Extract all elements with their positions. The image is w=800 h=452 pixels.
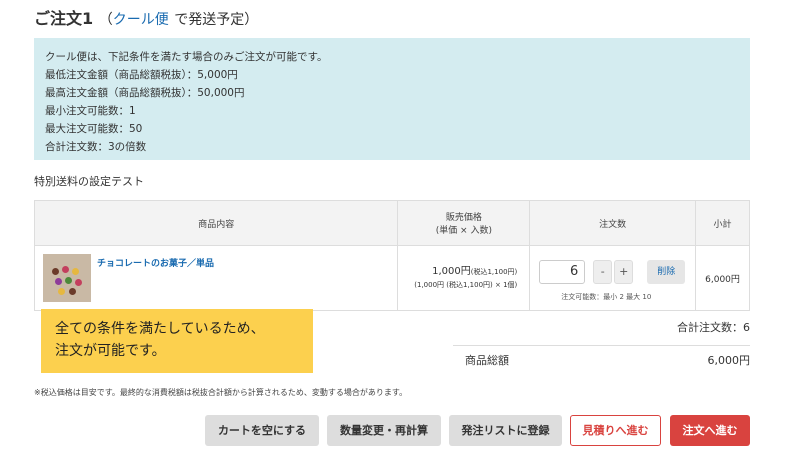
header-quantity: 注文数 [529, 200, 697, 246]
tax-note: ※税込価格は目安です。最終的な消費税額は税抜合計額から計算されるため、変動する場… [34, 388, 408, 397]
subtotal-cell: 6,000円 [695, 245, 750, 311]
annotation-callout: 全ての条件を満たしているため、 注文が可能です。 [41, 309, 313, 373]
delete-button[interactable]: 削除 [647, 260, 686, 284]
notice-line: 最小注文可能数：1 [45, 105, 136, 117]
order-title-main: ご注文1 [34, 9, 94, 28]
goods-total-value: 6,000円 [707, 354, 751, 367]
header-subtotal: 小計 [695, 200, 750, 246]
goods-total-label: 商品総額 [465, 354, 509, 367]
quote-button[interactable]: 見積りへ進む [570, 415, 661, 446]
notice-line: クール便は、下記条件を満たす場合のみご注文が可能です。 [45, 51, 328, 63]
total-quantity: 合計注文数：6 [677, 321, 750, 334]
callout-line: 全ての条件を満たしているため、 [55, 321, 265, 337]
notice-line: 合計注文数：3の倍数 [45, 141, 147, 153]
cool-shipping-link[interactable]: クール便 [113, 12, 169, 28]
proceed-order-button[interactable]: 注文へ進む [670, 415, 750, 446]
summary-divider [453, 345, 750, 346]
shipping-conditions-notice: クール便は、下記条件を満たす場合のみご注文が可能です。 最低注文金額（商品総額税… [34, 38, 750, 160]
header-price: 販売価格 (単価 × 入数) [397, 200, 531, 246]
product-cell: チョコレートのお菓子／単品 [33, 245, 399, 311]
price-breakdown: (1,000円 (税込1,100円) × 1個) [414, 280, 518, 289]
order-title-paren: （ [98, 12, 113, 28]
table-row: チョコレートのお菓子／単品 1,000円(税込1,100円) (1,000円 (… [33, 245, 750, 311]
header-product: 商品内容 [33, 200, 399, 246]
section-label: 特別送料の設定テスト [34, 175, 144, 188]
recalculate-button[interactable]: 数量変更・再計算 [327, 415, 441, 446]
add-order-list-button[interactable]: 発注リストに登録 [449, 415, 562, 446]
unit-price-tax: (税込1,100円) [470, 267, 518, 276]
callout-line: 注文が可能です。 [55, 343, 166, 359]
price-main: 1,000円(税込1,100円) [399, 265, 517, 279]
product-thumbnail[interactable] [43, 254, 91, 302]
notice-line: 最大注文可能数：50 [45, 123, 143, 135]
order-title: ご注文1 （クール便 で発送予定） [34, 5, 258, 29]
notice-line: 最低注文金額（商品総額税抜）：5,000円 [45, 69, 238, 81]
notice-line: 最高注文金額（商品総額税抜）：50,000円 [45, 87, 245, 99]
header-price-line1: 販売価格 [445, 213, 482, 223]
quantity-input[interactable]: 6 [539, 260, 586, 284]
price-cell: 1,000円(税込1,100円) (1,000円 (税込1,100円) × 1個… [397, 245, 531, 311]
quantity-decrement-button[interactable]: - [593, 260, 613, 284]
quantity-increment-button[interactable]: + [614, 260, 634, 284]
table-header-row: 商品内容 販売価格 (単価 × 入数) 注文数 小計 [33, 200, 750, 246]
unit-price: 1,000円 [432, 265, 471, 277]
header-price-line2: (単価 × 入数) [435, 226, 492, 236]
order-title-suffix: で発送予定） [174, 12, 259, 28]
cart-table: 商品内容 販売価格 (単価 × 入数) 注文数 小計 チョコレートのお菓子／単品… [33, 200, 750, 311]
empty-cart-button[interactable]: カートを空にする [205, 415, 319, 446]
quantity-cell: 6 - + 削除 注文可能数：最小 2 最大 10 [529, 245, 697, 311]
quantity-limit-note: 注文可能数：最小 2 最大 10 [561, 293, 652, 301]
product-name-link[interactable]: チョコレートのお菓子／単品 [97, 256, 214, 269]
